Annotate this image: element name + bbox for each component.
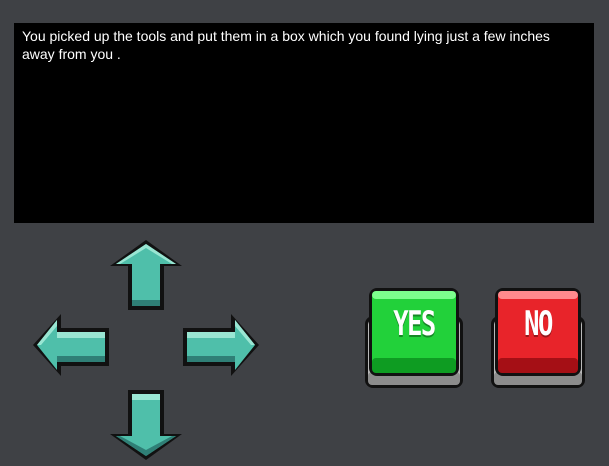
arrow-down-button[interactable] xyxy=(106,386,186,462)
message-text: You picked up the tools and put them in … xyxy=(22,28,550,62)
no-button[interactable]: NO xyxy=(489,286,587,390)
no-button-shape xyxy=(491,288,585,388)
arrow-right-button[interactable] xyxy=(181,312,261,378)
arrow-left-button[interactable] xyxy=(31,312,111,378)
arrow-down-icon xyxy=(110,390,182,460)
yes-button[interactable]: YES xyxy=(363,286,465,390)
arrow-right-icon xyxy=(183,314,259,376)
arrow-left-icon xyxy=(33,314,109,376)
message-panel: You picked up the tools and put them in … xyxy=(14,23,594,223)
arrow-up-icon xyxy=(110,240,182,310)
arrow-up-button[interactable] xyxy=(106,238,186,314)
yes-button-shape xyxy=(365,288,463,388)
